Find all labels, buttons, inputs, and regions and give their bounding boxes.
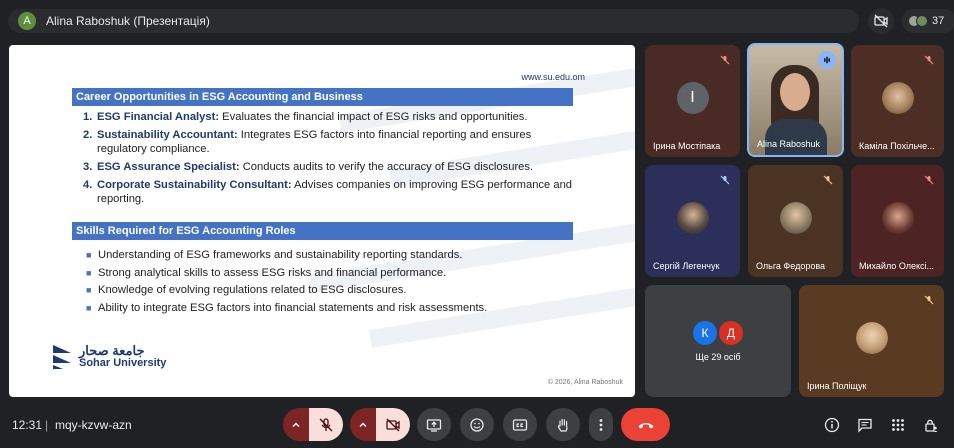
list-item: ■ Knowledge of evolving regulations relat…	[86, 284, 407, 296]
people-button[interactable]: 37	[902, 9, 954, 33]
people-avatars-icon	[908, 15, 928, 27]
mic-off-icon	[921, 292, 937, 308]
emoji-icon	[470, 417, 484, 432]
presenter-face	[780, 73, 810, 111]
participant-count: 37	[932, 15, 945, 27]
participant-tile[interactable]: І Ірина Мостіпака	[645, 45, 740, 157]
avatar	[779, 202, 812, 234]
mic-off-icon	[921, 52, 937, 68]
leave-call-button[interactable]	[621, 408, 670, 441]
camera-off-icon	[386, 418, 400, 431]
participant-tile[interactable]: Ірина Поліщук	[799, 285, 944, 397]
participant-name: Alina Raboshuk	[757, 139, 821, 149]
participant-name: Ірина Мостіпака	[653, 141, 721, 151]
meeting-details-button[interactable]	[821, 414, 843, 436]
present-screen-icon	[426, 418, 442, 432]
logo-mark-icon	[53, 345, 71, 369]
presenter-banner: A Alina Raboshuk (Презентація)	[8, 9, 859, 33]
list-item: 4. Corporate Sustainability Consultant: A…	[83, 179, 573, 205]
slide-url: www.su.edu.om	[521, 72, 585, 82]
list-item: 1. ESG Financial Analyst: Evaluates the f…	[83, 111, 528, 123]
career-list: 1. ESG Financial Analyst: Evaluates the f…	[83, 110, 583, 210]
slide-copyright: © 2026, Alina Raboshuk	[547, 379, 623, 386]
avatar: І	[676, 82, 709, 114]
apps-grid-icon	[892, 419, 904, 431]
reactions-button[interactable]	[460, 408, 494, 441]
participant-tile[interactable]: Каміла Похільче...	[851, 45, 944, 157]
presenter-body	[765, 119, 827, 155]
participant-name: Сергій Легенчук	[653, 261, 720, 271]
activities-button[interactable]	[887, 414, 909, 436]
mic-off-icon	[921, 172, 937, 188]
microphone-toggle-button[interactable]	[309, 408, 343, 441]
list-item: ■ Understanding of ESG frameworks and sus…	[86, 249, 463, 261]
speaking-indicator-icon	[818, 51, 836, 69]
chat-icon	[858, 418, 872, 433]
others-label: Ще 29 осіб	[695, 352, 741, 362]
more-options-button[interactable]	[589, 408, 613, 441]
avatar	[881, 82, 914, 114]
list-item: 3. ESG Assurance Specialist: Conducts aud…	[83, 161, 534, 173]
avatar	[855, 322, 888, 354]
logo-arabic-text: جامعة صحار	[79, 342, 145, 358]
avatar	[881, 202, 914, 234]
meeting-code: mqy-kzvw-azn	[55, 418, 132, 432]
list-item: ■ Strong analytical skills to assess ESG …	[86, 266, 447, 279]
hide-self-view-button[interactable]	[868, 8, 894, 34]
section-heading-careers: Career Opportunities in ESG Accounting a…	[72, 88, 573, 106]
skills-list: ■ Understanding of ESG frameworks and sus…	[86, 247, 586, 317]
participant-tile[interactable]: Ольга Федорова	[748, 165, 843, 277]
chat-button[interactable]	[854, 414, 876, 436]
participant-name: Ольга Федорова	[756, 261, 826, 271]
others-tile[interactable]: К Д Ще 29 осіб	[645, 285, 791, 397]
presenter-avatar: A	[18, 12, 36, 30]
chevron-up-icon	[292, 422, 300, 427]
present-screen-button[interactable]	[417, 408, 451, 441]
mic-off-icon	[717, 52, 733, 68]
camera-toggle-button[interactable]	[376, 408, 410, 441]
camera-off-icon	[874, 14, 888, 28]
host-controls-button[interactable]	[920, 414, 942, 436]
avatar: Д	[719, 321, 743, 345]
mic-off-icon	[820, 172, 836, 188]
captions-button[interactable]	[503, 408, 537, 441]
end-call-icon	[638, 422, 653, 428]
avatar	[676, 202, 709, 234]
participant-name: Михайло Олексі...	[859, 261, 935, 271]
lock-person-icon	[925, 419, 938, 432]
video-options-button[interactable]	[350, 408, 376, 441]
logo-english-text: Sohar University	[79, 356, 167, 369]
participant-tile[interactable]: Сергій Легенчук	[645, 165, 740, 277]
participant-name: Каміла Похільче...	[859, 141, 935, 151]
list-item: ■ Ability to integrate ESG factors into f…	[86, 301, 488, 314]
audio-options-button[interactable]	[283, 408, 309, 441]
presenter-title: Alina Raboshuk (Презентація)	[46, 14, 210, 28]
info-icon	[824, 417, 840, 433]
university-logo: جامعة صحار Sohar University	[51, 343, 166, 369]
presentation-slide: www.su.edu.om Career Opportunities in ES…	[9, 45, 635, 397]
raise-hand-icon	[557, 418, 568, 432]
avatar: К	[693, 321, 717, 345]
participant-name: Ірина Поліщук	[807, 381, 867, 391]
participant-tile-speaking[interactable]: Alina Raboshuk	[747, 43, 844, 157]
list-item: 2. Sustainability Accountant: Integrates …	[83, 129, 532, 155]
divider: |	[45, 418, 49, 432]
mic-off-icon	[717, 172, 733, 188]
captions-icon	[512, 418, 528, 431]
more-vertical-icon	[599, 418, 603, 431]
section-heading-skills: Skills Required for ESG Accounting Roles	[72, 222, 573, 240]
raise-hand-button[interactable]	[546, 408, 580, 441]
participant-tile[interactable]: Михайло Олексі...	[851, 165, 944, 277]
mic-off-icon	[319, 417, 333, 431]
chevron-up-icon	[359, 422, 367, 427]
clock: 12:31	[12, 418, 43, 432]
